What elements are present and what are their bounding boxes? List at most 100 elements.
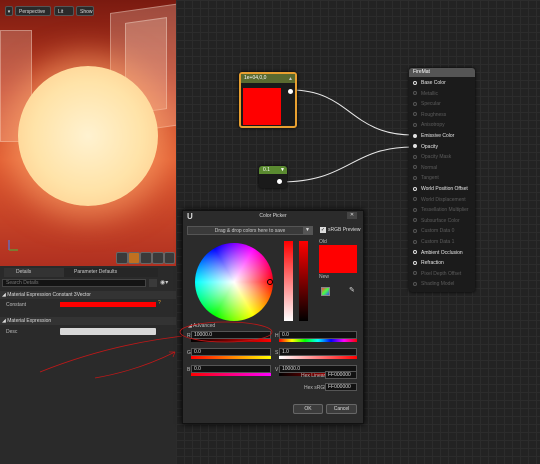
color-wheel[interactable] <box>195 243 273 321</box>
saturation-slider[interactable] <box>284 241 293 321</box>
material-node-title: FireMat <box>409 68 475 77</box>
scalar-output-pin[interactable] <box>277 179 282 184</box>
old-new-color-swatch <box>319 245 357 273</box>
input-pin-icon[interactable] <box>413 271 417 276</box>
output-pin[interactable] <box>288 89 293 94</box>
scalar-node[interactable]: 0.1 ▼ <box>259 166 287 188</box>
input-pin-icon[interactable] <box>413 197 417 202</box>
input-pin-icon[interactable] <box>413 154 417 159</box>
material-input-row[interactable]: Opacity Mask <box>413 154 451 160</box>
material-input-row[interactable]: Emissive Color <box>413 133 454 139</box>
material-input-row[interactable]: Custom Data 1 <box>413 239 454 245</box>
material-input-label: Emissive Color <box>421 133 455 139</box>
input-pin-icon[interactable] <box>413 123 417 128</box>
color-spectrum-icon[interactable] <box>321 287 330 296</box>
material-input-row[interactable]: Subsurface Color <box>413 218 460 224</box>
ok-label: OK <box>304 406 312 412</box>
eyedropper-icon[interactable]: ✎ <box>349 287 357 295</box>
constant3vector-title-text: 1e+04,0,0 <box>244 75 267 81</box>
h-value: 0.0 <box>282 332 289 338</box>
cancel-button[interactable]: Cancel <box>326 404 357 414</box>
input-pin-icon[interactable] <box>413 112 417 117</box>
material-input-label: Tessellation Multiplier <box>421 207 469 214</box>
material-input-row[interactable]: Ambient Occlusion <box>413 250 463 256</box>
b-field[interactable]: 0.0 <box>191 365 271 373</box>
material-input-row[interactable]: Tessellation Multiplier <box>413 207 469 213</box>
material-input-row[interactable]: Tangent <box>413 175 439 181</box>
b-label: B <box>187 367 191 373</box>
s-field[interactable]: 1.0 <box>279 348 357 356</box>
drop-area-label: Drag & drop colors here to save <box>214 228 286 234</box>
material-input-label: Opacity <box>421 143 438 150</box>
input-pin-icon[interactable] <box>413 80 417 85</box>
color-wheel-selector[interactable] <box>267 279 273 285</box>
s-slider[interactable] <box>279 356 357 359</box>
constant3vector-preview <box>243 88 281 125</box>
g-slider[interactable] <box>191 356 271 359</box>
material-input-row[interactable]: Anisotropy <box>413 122 445 128</box>
input-pin-icon[interactable] <box>413 133 417 138</box>
input-pin-icon[interactable] <box>413 239 417 244</box>
material-title-text: FireMat <box>413 69 430 75</box>
material-input-row[interactable]: Shading Model <box>413 281 454 287</box>
material-input-label: Shading Model <box>421 281 455 288</box>
hex-linear-label: Hex Linear <box>301 373 326 379</box>
input-pin-icon[interactable] <box>413 218 417 223</box>
material-input-row[interactable]: Specular <box>413 101 441 107</box>
material-input-row[interactable]: Pixel Depth Offset <box>413 271 461 277</box>
s-value: 1.0 <box>282 349 289 355</box>
v-value: 10000.0 <box>282 366 301 372</box>
hex-linear-field[interactable]: FF000000 <box>325 371 357 379</box>
h-slider[interactable] <box>279 339 357 342</box>
material-input-row[interactable]: Roughness <box>413 112 446 118</box>
input-pin-icon[interactable] <box>413 165 417 170</box>
b-slider[interactable] <box>191 373 271 376</box>
material-input-label: Metallic <box>421 90 438 97</box>
hex-srgb-field[interactable]: FF000000 <box>325 383 357 391</box>
themes-dropdown-icon[interactable]: ▼ <box>303 226 312 235</box>
constant3vector-node[interactable]: 1e+04,0,0 ▲ <box>239 72 297 128</box>
color-picker-dialog[interactable]: U Color Picker ✕ Drag & drop colors here… <box>182 210 364 424</box>
material-input-label: Pixel Depth Offset <box>421 270 462 277</box>
input-pin-icon[interactable] <box>413 260 417 265</box>
input-pin-icon[interactable] <box>413 101 417 106</box>
material-input-row[interactable]: Custom Data 0 <box>413 228 454 234</box>
material-input-row[interactable]: Opacity <box>413 144 438 150</box>
material-input-row[interactable]: Base Color <box>413 80 446 86</box>
v-label: V <box>275 367 279 373</box>
g-field[interactable]: 0.0 <box>191 348 271 356</box>
material-input-label: Normal <box>421 164 438 171</box>
material-input-label: Anisotropy <box>421 122 445 129</box>
collapse-icon[interactable]: ▲ <box>288 76 293 82</box>
input-pin-icon[interactable] <box>413 207 417 212</box>
value-slider[interactable] <box>299 241 308 321</box>
scalar-value-text: 0.1 <box>263 167 270 173</box>
material-input-label: Subsurface Color <box>421 217 460 224</box>
s-label: S <box>275 350 279 356</box>
input-pin-icon[interactable] <box>413 250 417 255</box>
h-field[interactable]: 0.0 <box>279 331 357 339</box>
color-theme-drop-area[interactable]: Drag & drop colors here to save <box>187 226 313 235</box>
srgb-label: sRGB Preview <box>328 227 361 233</box>
material-input-row[interactable]: Normal <box>413 165 437 171</box>
material-input-row[interactable]: Metallic <box>413 91 438 97</box>
material-input-label: Specular <box>421 101 441 108</box>
material-input-row[interactable]: World Position Offset <box>413 186 468 192</box>
material-input-label: Roughness <box>421 111 447 118</box>
input-pin-icon[interactable] <box>413 144 417 149</box>
input-pin-icon[interactable] <box>413 282 417 287</box>
srgb-checkbox[interactable]: ✓ <box>320 227 326 233</box>
material-input-label: Custom Data 0 <box>421 228 455 235</box>
material-input-label: Refraction <box>421 260 444 267</box>
g-value: 0.0 <box>194 349 201 355</box>
ok-button[interactable]: OK <box>293 404 323 414</box>
input-pin-icon[interactable] <box>413 229 417 234</box>
input-pin-icon[interactable] <box>413 91 417 96</box>
material-input-label: Base Color <box>421 80 446 86</box>
close-icon[interactable]: ✕ <box>347 212 357 219</box>
input-pin-icon[interactable] <box>413 186 417 191</box>
material-input-row[interactable]: World Displacement <box>413 197 466 203</box>
material-result-node[interactable]: FireMat Base Color Metallic Specular Roughn… <box>409 68 475 292</box>
input-pin-icon[interactable] <box>413 176 417 181</box>
material-input-row[interactable]: Refraction <box>413 260 444 266</box>
